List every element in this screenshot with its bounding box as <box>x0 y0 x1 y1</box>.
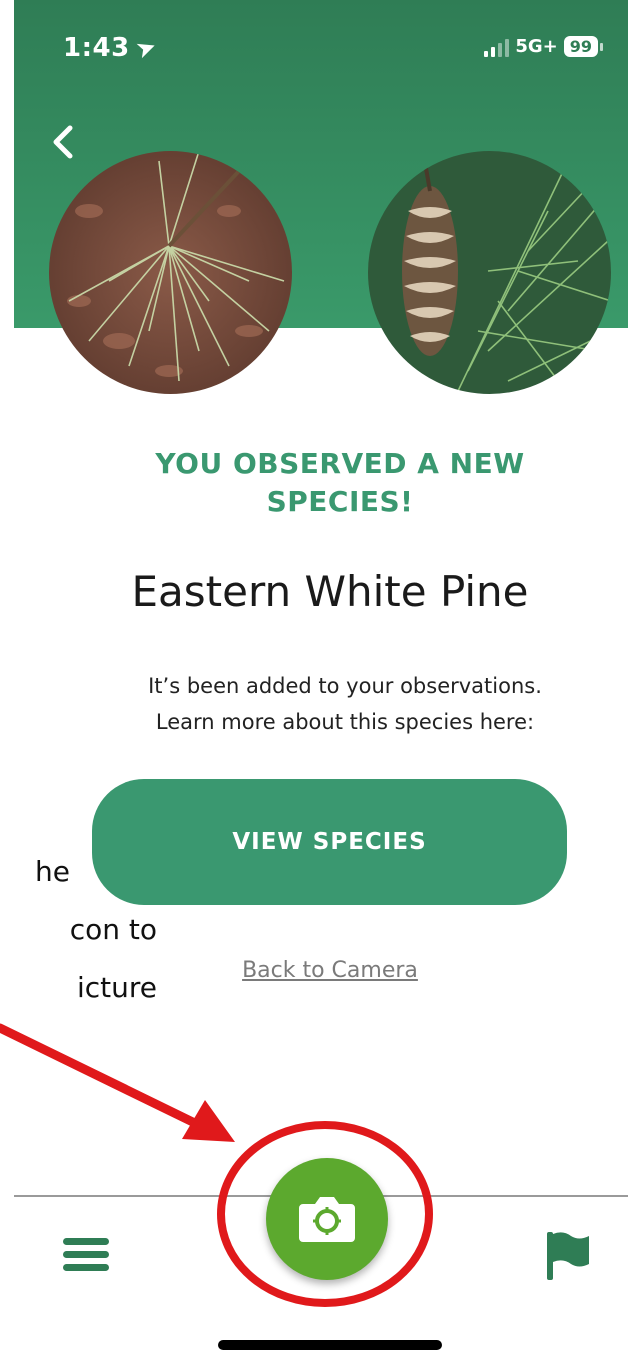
observation-photo <box>49 151 292 394</box>
headline-line-1: YOU OBSERVED A NEW <box>155 447 525 480</box>
annotation-text-line-1: he <box>35 855 70 888</box>
camera-icon <box>299 1197 355 1242</box>
species-name: Eastern White Pine <box>131 567 529 616</box>
description: It’s been added to your observations. Le… <box>70 668 620 740</box>
chevron-left-icon <box>53 125 73 159</box>
camera-button[interactable] <box>266 1158 388 1280</box>
description-line-1: It’s been added to your observations. <box>148 674 542 698</box>
battery-indicator: 99 <box>563 36 604 57</box>
flag-icon[interactable] <box>545 1230 591 1282</box>
annotation-text-line-3: icture <box>76 971 157 1004</box>
status-time: 1:43➤ <box>63 31 160 64</box>
annotation-arrow <box>0 1023 235 1142</box>
description-line-2: Learn more about this species here: <box>155 710 535 734</box>
back-button[interactable] <box>44 120 84 164</box>
signal-icon <box>484 37 510 57</box>
location-arrow-icon: ➤ <box>131 31 161 65</box>
status-indicators: 5G+ 99 <box>484 36 604 57</box>
view-species-button[interactable]: VIEW SPECIES <box>92 779 567 905</box>
back-to-camera-link[interactable]: Back to Camera <box>180 958 480 983</box>
status-time-text: 1:43 <box>63 33 130 63</box>
network-type: 5G+ <box>515 36 558 57</box>
home-indicator <box>218 1340 442 1350</box>
headline-line-2: SPECIES! <box>266 485 414 518</box>
new-species-headline: YOU OBSERVED A NEW SPECIES! <box>140 445 540 521</box>
annotation-text-line-2: con to <box>69 913 157 946</box>
menu-icon[interactable] <box>63 1238 109 1276</box>
reference-photo <box>368 151 611 394</box>
